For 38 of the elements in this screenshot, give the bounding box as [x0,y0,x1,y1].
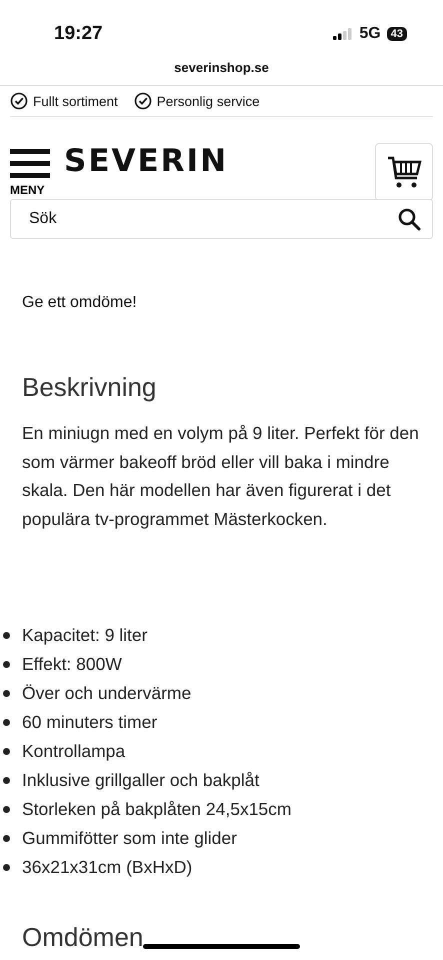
cart-button[interactable] [375,143,433,201]
feature-text: Storleken på bakplåten 24,5x15cm [22,799,292,820]
usp-text: Fullt sortiment [33,94,118,108]
menu-icon [10,149,50,179]
section-heading: Omdömen [22,922,144,953]
bullet-icon [3,632,10,639]
network-label: 5G [359,25,381,43]
cart-icon [386,154,422,190]
description-text: En miniugn med en volym på 9 liter. Perfekt för den som värmer bakeoff bröd eller vill baka i mindre skala. Den här modellen har även figurerat i det populära tv-programmet Mästerkocken. [22,422,420,531]
bullet-icon [3,864,10,871]
feature-text: 60 minuters timer [22,712,158,733]
bullet-icon [3,835,10,842]
brand-logo[interactable]: SEVERIN [64,143,228,179]
feature-text: Kapacitet: 9 liter [22,625,148,646]
section-heading: Beskrivning [22,372,158,403]
bullet-icon [3,806,10,813]
bullet-icon [3,661,10,668]
bullet-icon [3,719,10,726]
feature-text: 36x21x31cm (BxHxD) [22,857,192,878]
bullet-icon [3,777,10,784]
signal-icon [333,28,354,40]
feature-text: Över och undervärme [22,683,192,704]
check-circle-icon [134,92,152,110]
check-circle-icon [10,92,28,110]
feature-text: Effekt: 800W [22,654,122,675]
feature-text: Gummifötter som inte glider [22,828,237,849]
address-bar[interactable]: severinshop.se [0,60,443,86]
bullet-icon [3,690,10,697]
feature-text: Kontrollampa [22,741,126,762]
menu-button[interactable]: MENY [10,149,50,199]
search-field[interactable]: Sök [10,199,433,239]
usp-text: Personlig service [156,94,260,108]
review-link[interactable]: Ge ett omdöme! [22,294,443,312]
bullet-icon [3,748,10,755]
battery-level: 43 [386,27,407,41]
search-icon[interactable] [397,207,421,231]
status-time: 19:27 [54,23,103,45]
feature-text: Inklusive grillgaller och bakplåt [22,770,260,791]
